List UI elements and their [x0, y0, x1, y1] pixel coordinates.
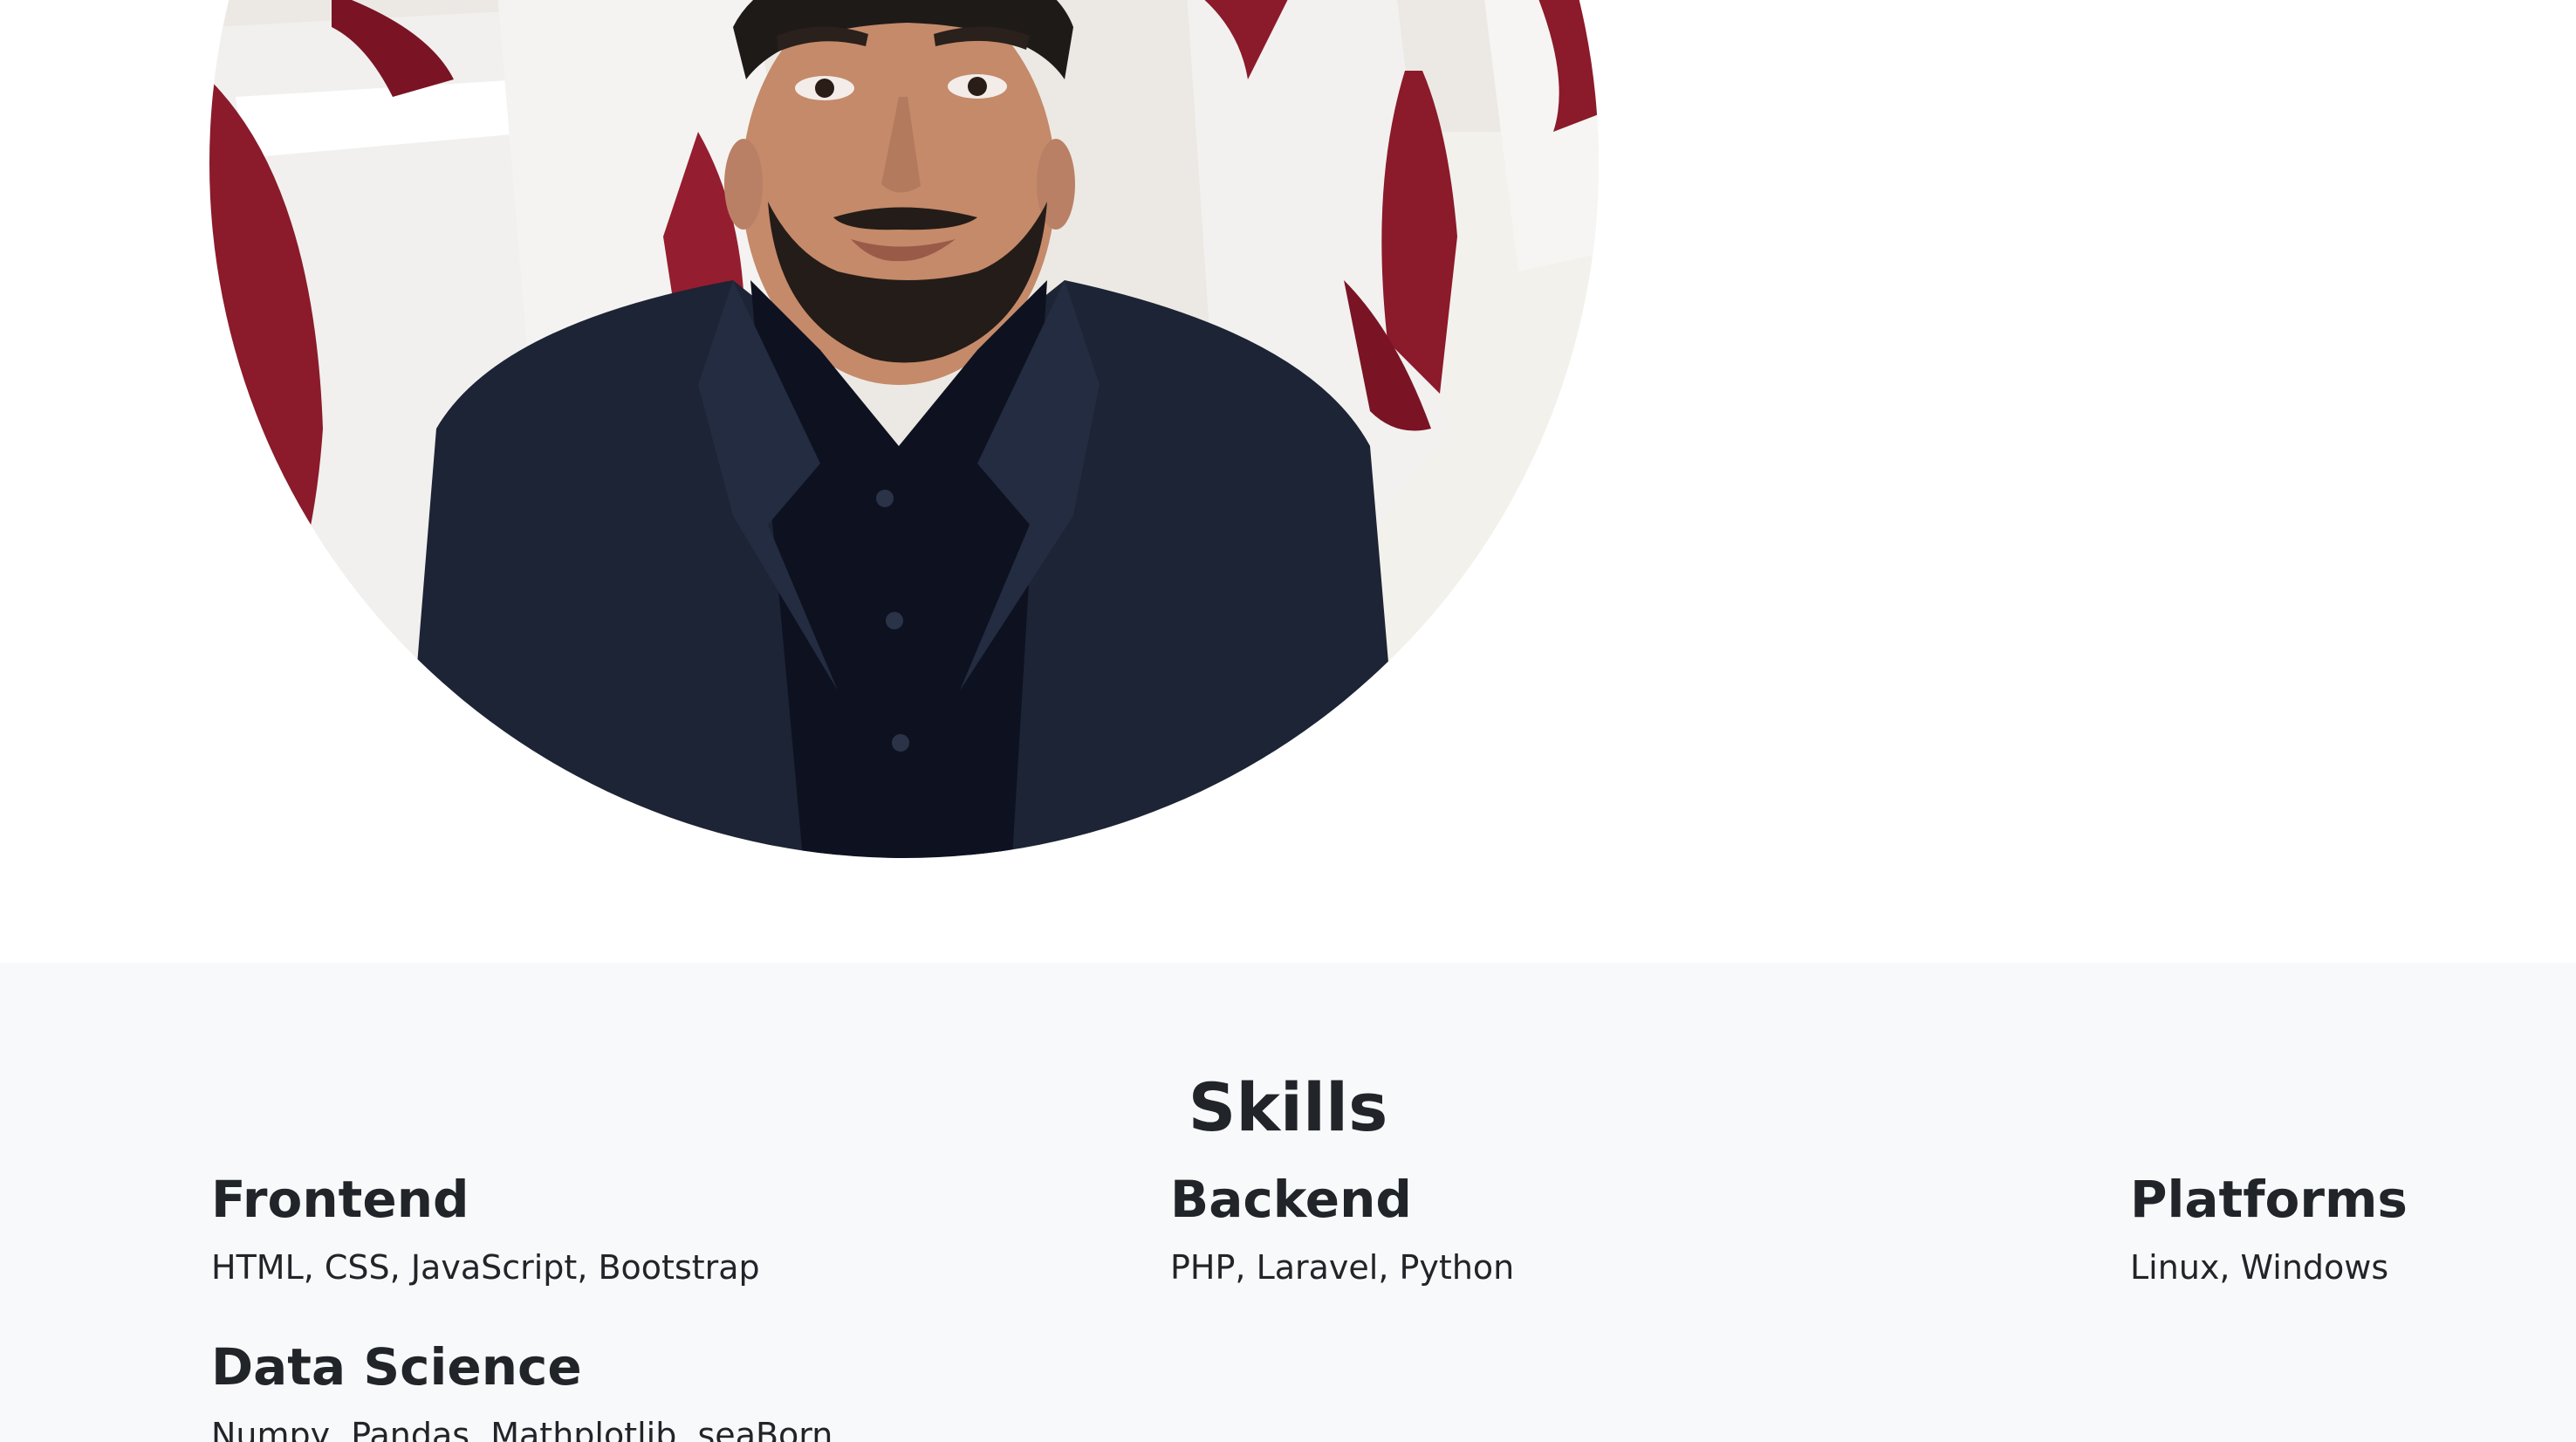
skill-platforms: Platforms Linux, Windows [2130, 1170, 2576, 1293]
skill-list: Numpy, Pandas, Mathplotlib, seaBorn [211, 1415, 833, 1442]
skills-title: Skills [1188, 1068, 1388, 1146]
skills-section: Skills Frontend HTML, CSS, JavaScript, B… [0, 963, 2576, 1442]
skill-heading: Frontend [211, 1170, 469, 1229]
page: Skills Frontend HTML, CSS, JavaScript, B… [0, 0, 2576, 1442]
skill-data-science: Data Science Numpy, Pandas, Mathplotlib,… [211, 1337, 997, 1442]
skill-heading: Platforms [2130, 1170, 2408, 1229]
skill-backend: Backend PHP, Laravel, Python [1170, 1170, 1956, 1293]
skill-list: PHP, Laravel, Python [1170, 1247, 1515, 1287]
skill-list: Linux, Windows [2130, 1247, 2389, 1287]
skill-heading: Data Science [211, 1337, 582, 1397]
skill-heading: Backend [1170, 1170, 1412, 1229]
hero-section [0, 0, 2576, 963]
skill-frontend: Frontend HTML, CSS, JavaScript, Bootstra… [211, 1170, 997, 1293]
skill-list: HTML, CSS, JavaScript, Bootstrap [211, 1247, 760, 1287]
profile-photo [209, 0, 1599, 858]
